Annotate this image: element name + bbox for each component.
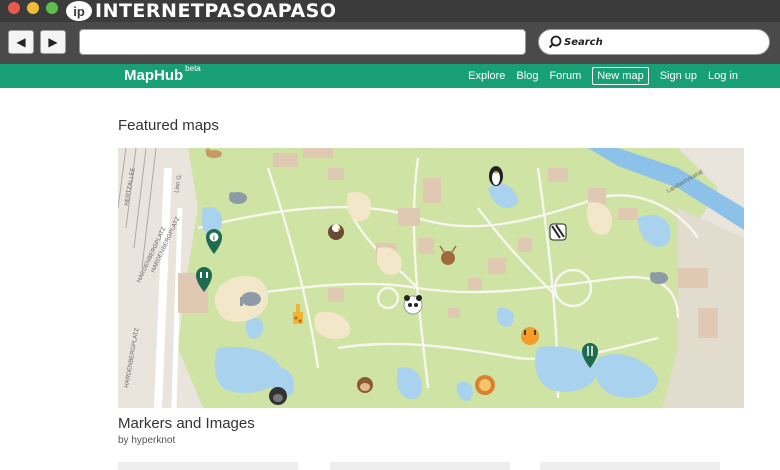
search-label: Search	[564, 36, 603, 48]
monkey-marker-icon[interactable]	[357, 377, 373, 393]
zoo-map: HERTZALLEE HARDENBERGPLATZ HARDENBERGPLA…	[118, 148, 744, 408]
lion-marker-icon[interactable]	[475, 375, 495, 395]
zebra-marker-icon[interactable]	[549, 223, 567, 241]
nav-blog[interactable]: Blog	[516, 70, 538, 82]
close-window-button[interactable]	[8, 2, 20, 14]
watermark-text: INTERNETPASOAPASO	[95, 0, 337, 22]
map-author: by hyperknot	[118, 435, 176, 446]
new-map-button[interactable]: New map	[592, 67, 649, 85]
nav-sign-up[interactable]: Sign up	[660, 70, 697, 82]
address-bar[interactable]	[79, 29, 526, 55]
beta-badge: beta	[185, 64, 201, 73]
next-map-card	[118, 462, 298, 470]
nav-forum[interactable]: Forum	[549, 70, 581, 82]
panda-marker-icon[interactable]	[403, 295, 423, 315]
watermark-badge: ip	[66, 1, 92, 21]
nav-explore[interactable]: Explore	[468, 70, 505, 82]
minimize-window-button[interactable]	[27, 2, 39, 14]
featured-map-thumbnail[interactable]: HERTZALLEE HARDENBERGPLATZ HARDENBERGPLA…	[118, 148, 744, 408]
gorilla-marker-icon[interactable]	[269, 387, 287, 405]
window-titlebar: ip INTERNETPASOAPASO	[0, 0, 780, 22]
nav-log-in[interactable]: Log in	[708, 70, 738, 82]
site-navbar: MapHub beta Explore Blog Forum New map Si…	[0, 64, 780, 88]
rhino-marker-icon[interactable]	[650, 272, 668, 284]
back-button[interactable]: ◀	[8, 30, 34, 54]
penguin-marker-icon[interactable]	[489, 166, 503, 186]
forward-button[interactable]: ▶	[40, 30, 66, 54]
nav-links: Explore Blog Forum New map Sign up Log i…	[457, 64, 738, 88]
maximize-window-button[interactable]	[46, 2, 58, 14]
watermark-logo: ip INTERNETPASOAPASO	[66, 0, 337, 22]
svg-text:i: i	[213, 235, 215, 242]
map-title[interactable]: Markers and Images	[118, 415, 255, 432]
eagle-marker-icon[interactable]	[328, 224, 344, 240]
browser-toolbar: ◀ ▶ Search	[0, 22, 780, 64]
next-map-card	[330, 462, 510, 470]
rhino-marker-icon[interactable]	[229, 192, 247, 204]
search-icon	[548, 35, 562, 49]
brand-name: MapHub	[124, 67, 184, 84]
back-arrow-icon: ◀	[16, 35, 26, 49]
browser-search-box[interactable]: Search	[538, 29, 770, 55]
brand-logo[interactable]: MapHub beta	[124, 64, 201, 84]
featured-maps-heading: Featured maps	[118, 117, 219, 134]
next-map-card	[540, 462, 720, 470]
tiger-marker-icon[interactable]	[521, 327, 539, 345]
forward-arrow-icon: ▶	[48, 35, 58, 49]
